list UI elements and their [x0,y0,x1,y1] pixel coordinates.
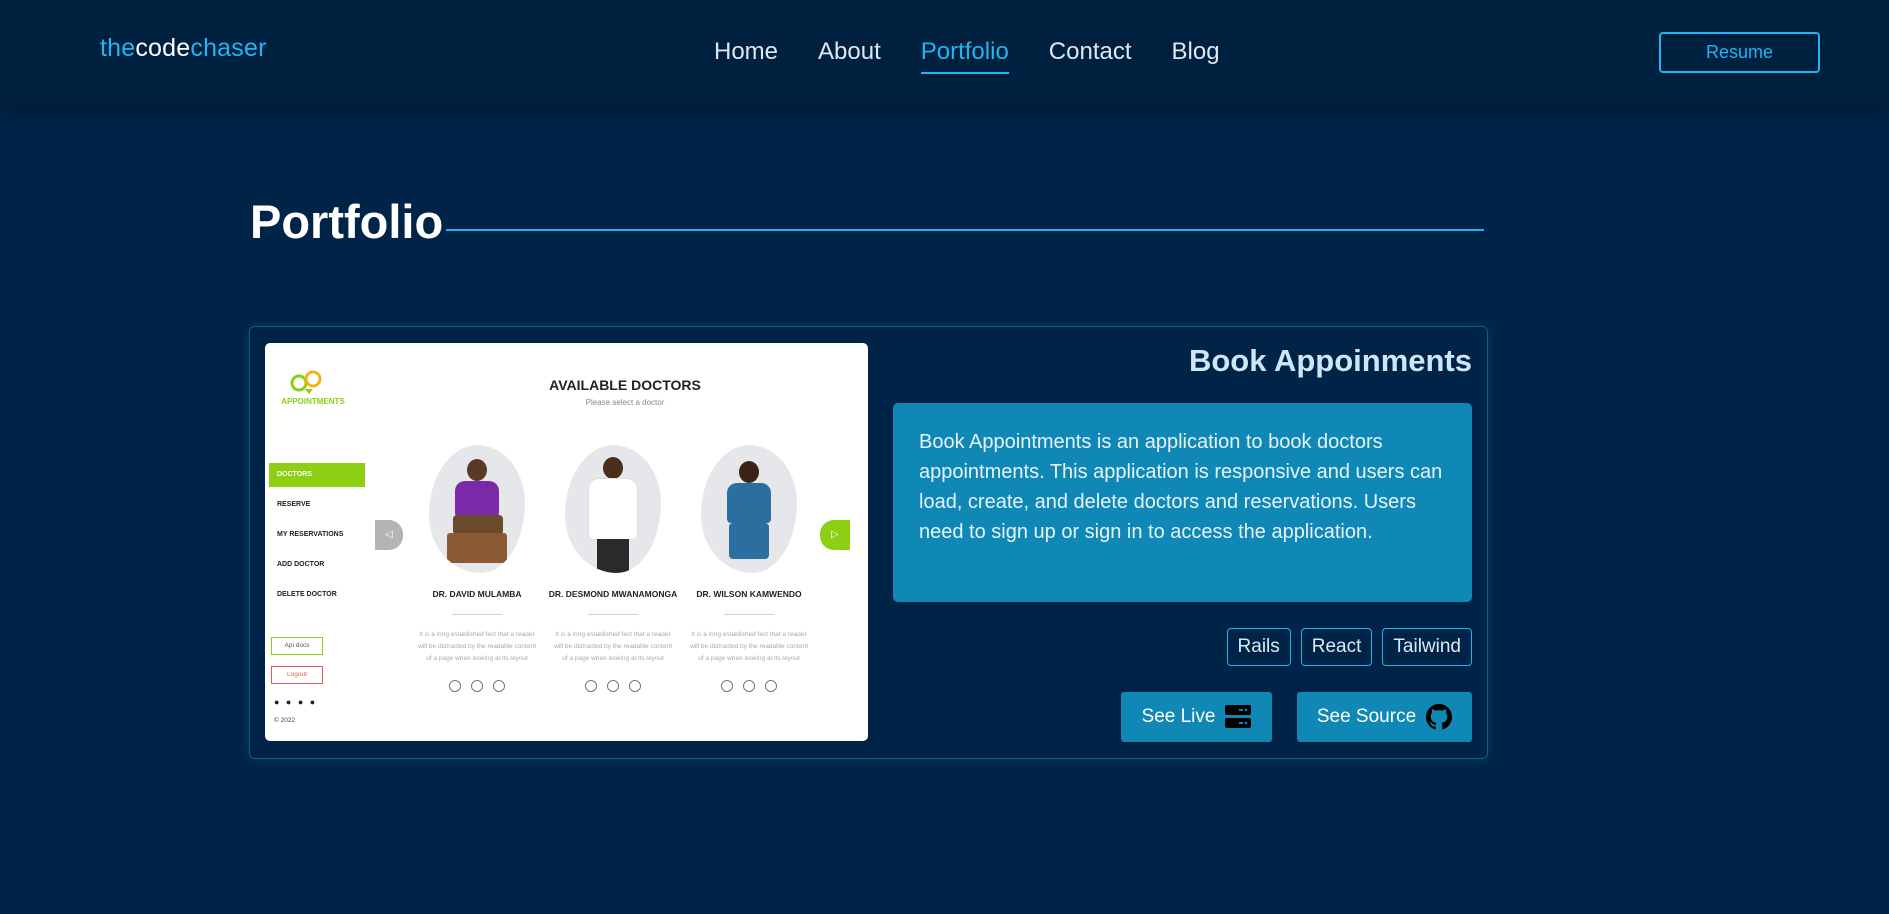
appointments-logo-icon [290,370,322,394]
project-description: Book Appointments is an application to b… [893,403,1472,602]
thumb-menu-delete-doctor: DELETE DOCTOR [277,591,337,598]
thumb-brand: APPOINTMENTS [281,397,345,406]
tag-rails: Rails [1226,628,1291,666]
thumb-menu-add-doctor: ADD DOCTOR [277,561,325,568]
nav-link-blog[interactable]: Blog [1172,38,1220,74]
nav-link-portfolio[interactable]: Portfolio [920,38,1009,74]
main-nav: Home About Portfolio Contact Blog [714,38,1220,74]
doctor-1-twitter-icon [471,680,483,692]
doctor-1-text: It is a long established fact that a rea… [418,631,536,662]
section-title-divider [446,229,1484,231]
thumb-next-arrow-icon: ▷ [820,520,850,550]
doctor-3-photo [701,445,797,573]
doctor-1-photo [429,445,525,573]
thumb-heading: AVAILABLE DOCTORS [549,377,701,393]
see-source-button[interactable]: See Source [1297,692,1472,742]
server-icon [1225,705,1252,728]
thumb-menu-reserve: RESERVE [277,501,311,508]
doctor-2-divider [588,614,638,615]
doctor-3-name: DR. WILSON KAMWENDO [696,589,802,599]
doctor-2-facebook-icon [585,680,597,692]
tag-react: React [1300,628,1373,666]
github-icon [1426,704,1453,730]
tag-tailwind: Tailwind [1382,628,1472,666]
doctor-3-twitter-icon [743,680,755,692]
thumb-menu-my-reservations: MY RESERVATIONS [277,531,344,538]
doctor-2-photo [565,445,661,573]
thumb-social-icons: ● ● ● ● [274,697,318,707]
thumb-api-docs: Api docs [271,637,323,655]
doctor-1-instagram-icon [493,680,505,692]
doctor-2-text: It is a long established fact that a rea… [554,631,672,662]
tech-tags: Rails React Tailwind [1226,628,1472,666]
thumb-menu-doctors: DOCTORS [269,463,365,487]
site-logo[interactable]: thecodechaser [100,34,267,63]
logo-part-chaser: chaser [190,34,267,62]
thumb-logout: Logout [271,666,323,684]
doctor-3-text: It is a long established fact that a rea… [690,631,808,662]
doctor-1-facebook-icon [449,680,461,692]
section-title: Portfolio [250,195,444,248]
doctor-3-divider [724,614,774,615]
top-navbar: thecodechaser Home About Portfolio Conta… [0,0,1889,107]
project-thumbnail[interactable]: APPOINTMENTS DOCTORS RESERVE MY RESERVAT… [265,343,868,741]
resume-button[interactable]: Resume [1659,32,1820,73]
thumb-subheading: Please select a doctor [585,398,665,407]
doctor-2-name: DR. DESMOND MWANAMONGA [548,589,678,599]
doctor-3-instagram-icon [765,680,777,692]
doctor-3-facebook-icon [721,680,733,692]
doctor-1-divider [452,614,502,615]
logo-part-code: code [135,34,191,62]
thumb-copyright: © 2022 [274,717,296,724]
nav-link-contact[interactable]: Contact [1049,38,1132,74]
doctor-2-instagram-icon [629,680,641,692]
see-live-label: See Live [1141,706,1216,727]
logo-part-the: the [100,34,136,62]
see-source-label: See Source [1316,706,1417,727]
doctor-2-twitter-icon [607,680,619,692]
nav-link-home[interactable]: Home [714,38,778,74]
nav-link-about[interactable]: About [818,38,881,74]
thumb-prev-arrow-icon: ◁ [375,520,403,550]
see-live-button[interactable]: See Live [1121,692,1272,742]
doctor-1-name: DR. DAVID MULAMBA [432,589,522,599]
project-title: Book Appoinments [1188,343,1472,378]
